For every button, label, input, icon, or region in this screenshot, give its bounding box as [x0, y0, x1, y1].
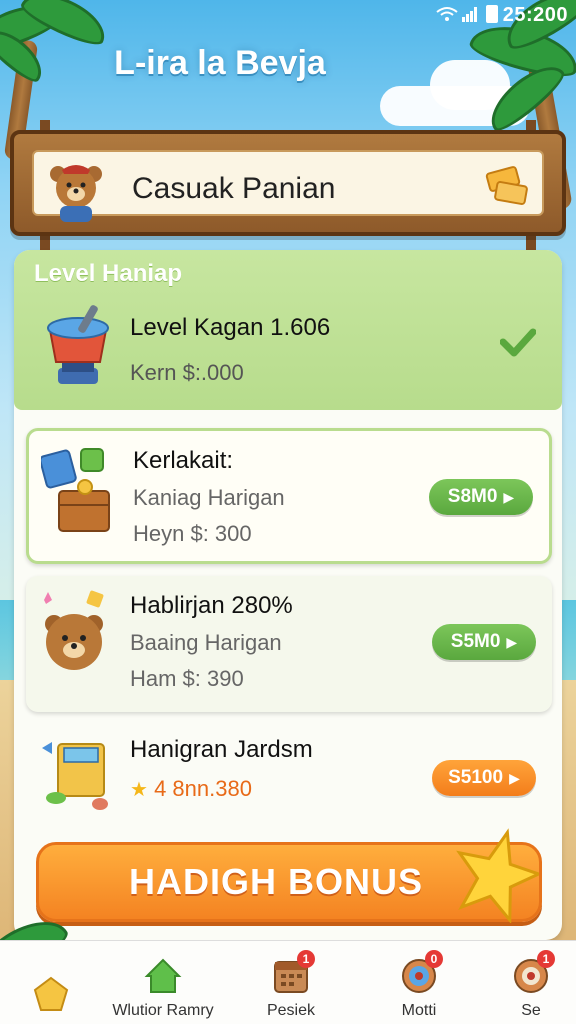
level-title: Level Kagan 1.606 [130, 314, 331, 341]
offer-subtitle: Baaing Harigan [130, 630, 282, 655]
star-icon: ★ [130, 779, 148, 801]
treasure-box-icon [41, 448, 110, 532]
offer-title: Hablirjan 280% [130, 592, 293, 619]
offers-panel: Level Haniap Level Kagan 1.606 Kern $:.0… [14, 250, 562, 940]
wifi-icon [436, 7, 458, 21]
calendar-icon: 1 [271, 950, 315, 996]
high-bonus-button[interactable]: HADIGH BONUS [36, 828, 542, 923]
signal-icon [462, 7, 477, 22]
arrow-right-icon: ▶ [506, 634, 518, 650]
level-heading: Level Haniap [34, 260, 183, 287]
offer-price-line: ★ 4 8nn.380 [130, 776, 252, 801]
nav-item-target[interactable]: 0 Motti [364, 950, 474, 1020]
app-title: L-ira la Bevja [114, 44, 326, 82]
offer-item[interactable]: Hablirjan 280% Baaing Harigan Ham $: 390… [26, 576, 552, 712]
notification-badge: 1 [537, 950, 555, 968]
battery-icon [486, 5, 498, 23]
buy-button[interactable]: S5M0 ▶ [432, 624, 536, 660]
offer-item[interactable]: Hanigran Jardsm ★ 4 8nn.380 S5100 ▶ [26, 724, 552, 828]
arrow-right-icon: ▶ [503, 489, 515, 505]
status-bar: 25:200 [0, 0, 576, 30]
status-time: 25:200 [502, 4, 568, 26]
vending-machine-icon [42, 742, 108, 810]
nav-item-badge[interactable] [0, 974, 106, 1020]
arrow-right-icon: ▶ [509, 770, 520, 786]
bear-mascot-icon [50, 165, 102, 222]
notification-badge: 1 [297, 950, 315, 968]
buy-button[interactable]: S8M0 ▶ [429, 479, 533, 515]
buy-button[interactable]: S5100 ▶ [432, 760, 536, 796]
offer-title: Hanigran Jardsm [130, 736, 313, 763]
offer-subtitle: Kaniag Harigan [133, 485, 285, 510]
bottom-navigation: Wlutior Ramry 1 Pesiek 0 Motti 1 Se [0, 940, 576, 1024]
level-card[interactable]: Level Haniap Level Kagan 1.606 Kern $:.0… [14, 250, 562, 410]
nav-item-home[interactable]: Wlutior Ramry [108, 956, 218, 1020]
bear-mascot-icon [44, 590, 104, 670]
offer-price-line: Ham $: 390 [130, 666, 244, 691]
home-icon [143, 956, 183, 996]
target-icon: 1 [511, 950, 555, 996]
notification-badge: 0 [425, 950, 443, 968]
nav-item-calendar[interactable]: 1 Pesiek [236, 950, 346, 1020]
ticket-icon[interactable] [482, 162, 532, 210]
star-badge-icon [31, 974, 71, 1014]
check-icon [500, 328, 536, 357]
star-icon [456, 828, 539, 923]
offer-price-line: Heyn $: 300 [133, 521, 252, 546]
offer-item[interactable]: Kerlakait: Kaniag Harigan Heyn $: 300 S8… [26, 428, 552, 564]
sign-title: Casuak Panian [132, 172, 336, 205]
offer-title: Kerlakait: [133, 447, 234, 474]
nav-item-settings[interactable]: 1 Se [476, 950, 576, 1020]
cooking-pot-icon [47, 305, 109, 384]
header-sign: Casuak Panian [10, 130, 566, 236]
target-icon: 0 [399, 950, 443, 996]
level-subtitle: Kern $:.000 [130, 360, 244, 385]
